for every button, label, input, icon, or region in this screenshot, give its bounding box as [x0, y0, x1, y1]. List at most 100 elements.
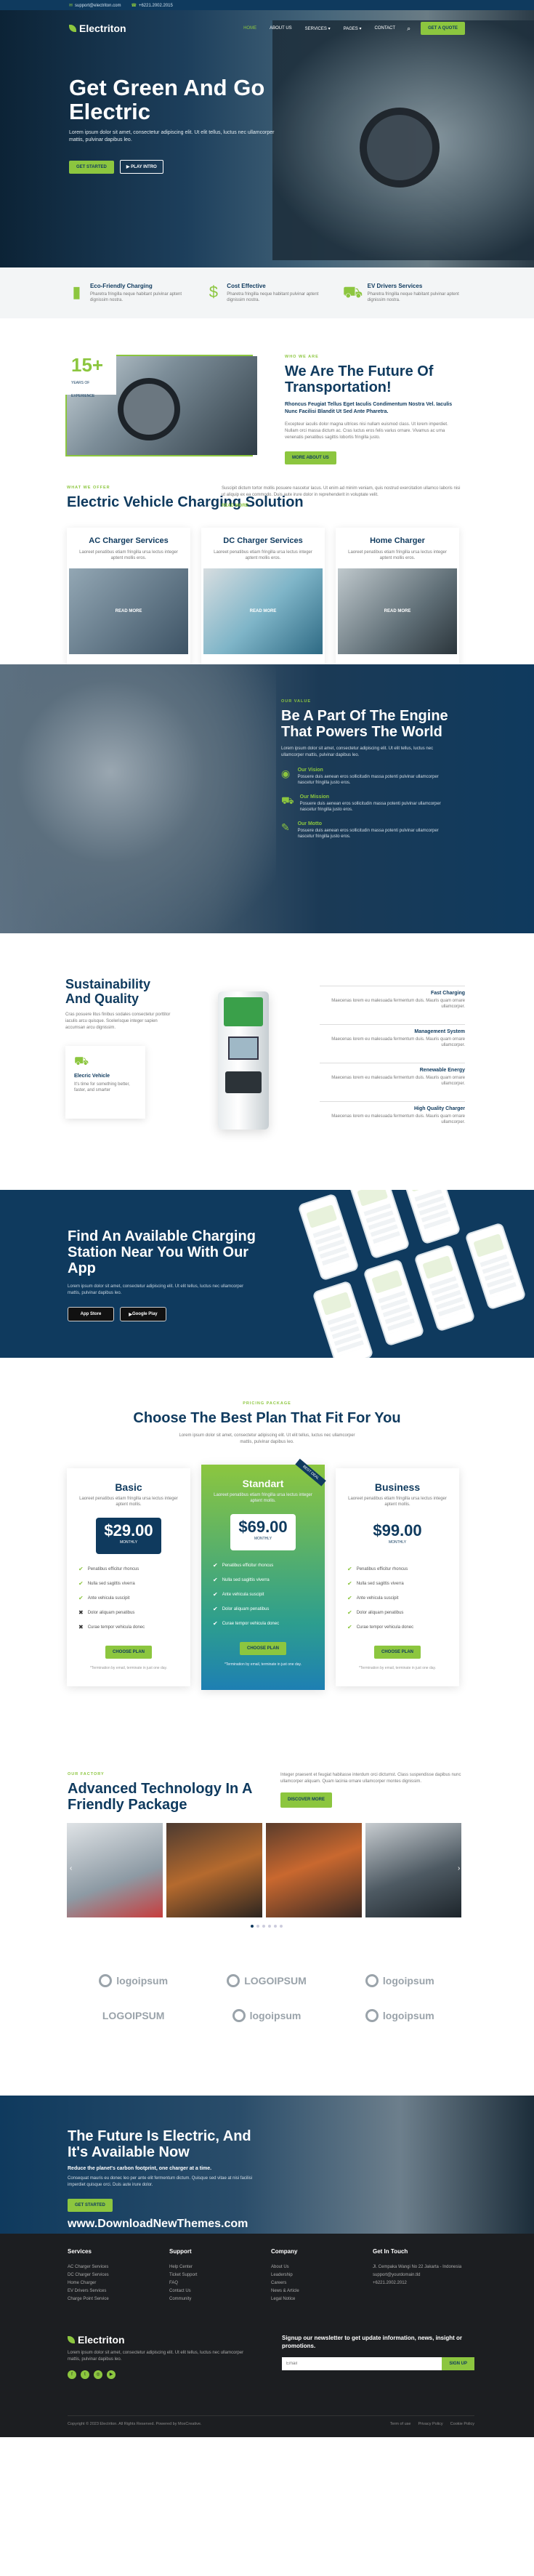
play-intro-button[interactable]: ▶ Play Intro — [119, 160, 163, 174]
search-icon[interactable]: ⌕ — [407, 25, 410, 33]
quote-button[interactable]: Get a Quote — [421, 22, 465, 35]
footer-col-title: Company — [271, 2248, 298, 2255]
service-card[interactable]: DC Charger Services Laoreet penatibus et… — [201, 528, 325, 666]
terms-link[interactable]: Term of use — [390, 2422, 411, 2426]
carousel-dot[interactable] — [274, 1925, 277, 1928]
nav-item-services[interactable]: Services ▾ — [305, 26, 331, 31]
quality-item: Management System Maecenas lorem eu males… — [320, 1024, 465, 1048]
app-store-button[interactable]: App Store — [68, 1307, 114, 1321]
plan-feature-label: Dolor aliquam penatibus — [356, 1610, 404, 1615]
cookie-link[interactable]: Cookie Policy — [450, 2422, 474, 2426]
carousel-dots — [251, 1925, 283, 1928]
phone-icon: ☎ — [131, 3, 137, 8]
service-card[interactable]: Home Charger Laoreet penatibus etiam fri… — [336, 528, 459, 666]
google-play-button[interactable]: ▶ Google Play — [120, 1307, 166, 1321]
footer-link[interactable]: About Us — [271, 2263, 373, 2271]
youtube-icon[interactable]: ▶ — [107, 2370, 116, 2379]
card-read-more[interactable]: Read More — [250, 609, 277, 613]
footer-col-company: Company About Us Leadership Careers News… — [271, 2248, 373, 2303]
footer-link[interactable]: Community — [169, 2295, 271, 2303]
footer-link[interactable]: Ticket Support — [169, 2271, 271, 2279]
pricing-section: Pricing Package Choose The Best Plan Tha… — [0, 1380, 534, 1750]
footer-link[interactable]: News & Article — [271, 2287, 373, 2295]
carousel-dot[interactable] — [280, 1925, 283, 1928]
newsletter-email-input[interactable] — [282, 2357, 442, 2370]
battery-icon: ▮ — [72, 283, 81, 301]
plan-feature-label: Curae tempor vehicula donec — [356, 1625, 414, 1630]
discover-button[interactable]: Discover More — [280, 1792, 333, 1808]
footer-link[interactable]: Legal Notice — [271, 2295, 373, 2303]
nav-item-home[interactable]: Home — [243, 26, 256, 31]
quality-item: High Quality Charger Maecenas lorem eu ma… — [320, 1101, 465, 1125]
client-logo: LOGOIPSUM — [67, 2009, 200, 2022]
gallery-image[interactable] — [266, 1823, 362, 1917]
footer-link[interactable]: Charge Point Service — [68, 2295, 169, 2303]
footer-link[interactable]: Contact Us — [169, 2287, 271, 2295]
footer-link[interactable]: DC Charger Services — [68, 2271, 169, 2279]
nav-item-contact[interactable]: Contact — [375, 26, 396, 31]
plan-price: $29.00 Monthly — [96, 1518, 161, 1554]
phone-info[interactable]: ☎ +6221.2002.2015 — [131, 3, 172, 8]
instagram-icon[interactable]: ◎ — [94, 2370, 102, 2379]
facebook-icon[interactable]: f — [68, 2370, 76, 2379]
logo[interactable]: Electriton — [69, 23, 126, 34]
play-intro-label: Play Intro — [131, 165, 157, 169]
top-bar: ✉ support@electriton.com ☎ +6221.2002.2015 — [0, 0, 534, 10]
plan-footnote: *Termination by email, terminate in just… — [224, 1662, 302, 1667]
signup-button[interactable]: Sign Up — [442, 2357, 474, 2370]
footer-link[interactable]: Help Center — [169, 2263, 271, 2271]
price-amount: 99.00 — [381, 1521, 422, 1539]
services-section: What We Offer Electric Vehicle Charging … — [0, 467, 534, 666]
choose-plan-button[interactable]: Choose Plan — [373, 1646, 421, 1659]
contact-email[interactable]: support@yourdomain.tld — [373, 2271, 474, 2279]
plan-feature: ✔ Penatibus efficitur rhoncus — [347, 1566, 448, 1572]
gallery-image[interactable] — [166, 1823, 262, 1917]
plan-feature: ✔ Curae tempor vehicula donec — [213, 1620, 313, 1627]
chevron-right-icon[interactable]: › — [458, 1864, 460, 1872]
carousel-dot[interactable] — [262, 1925, 265, 1928]
get-started-button[interactable]: Get Started — [69, 160, 114, 174]
footer-col-contact: Get In Touch Jl. Cempaka Wangi No 22 Jak… — [373, 2248, 474, 2303]
footer-link[interactable]: Careers — [271, 2279, 373, 2287]
carousel-dot[interactable] — [251, 1925, 254, 1928]
service-card[interactable]: AC Charger Services Laoreet penatibus et… — [67, 528, 190, 666]
plan-card-business: Business Laoreet penatibus etiam fringil… — [336, 1468, 459, 1686]
footer-link[interactable]: AC Charger Services — [68, 2263, 169, 2271]
gallery-image[interactable] — [365, 1823, 461, 1917]
plan-name: Business — [374, 1481, 421, 1493]
client-logo: logoipsum — [333, 1974, 466, 1987]
contact-phone[interactable]: +6221.2002.2012 — [373, 2279, 474, 2287]
about-button[interactable]: More About Us — [285, 451, 336, 464]
footer: Services AC Charger Services DC Charger … — [0, 2234, 534, 2437]
carousel-dot[interactable] — [256, 1925, 259, 1928]
logo-mark-icon — [99, 1974, 113, 1987]
price-amount: 69.00 — [247, 1518, 288, 1536]
read-more-link[interactable]: Read More — [222, 503, 461, 510]
social-links: f t ◎ ▶ — [68, 2370, 474, 2379]
gallery-image[interactable] — [67, 1823, 163, 1917]
card-read-more[interactable]: Read More — [116, 609, 142, 613]
price-period: Monthly — [388, 1540, 407, 1545]
cta-button[interactable]: Get Started — [68, 2199, 113, 2212]
privacy-link[interactable]: Privacy Policy — [418, 2422, 442, 2426]
footer-link[interactable]: EV Drivers Services — [68, 2287, 169, 2295]
chevron-left-icon[interactable]: ‹ — [70, 1864, 72, 1872]
nav-item-pages[interactable]: Pages ▾ — [344, 26, 362, 31]
carousel-dot[interactable] — [268, 1925, 271, 1928]
price-currency: $ — [238, 1518, 248, 1536]
quality-item: Renewable Energy Maecenas lorem eu malesu… — [320, 1063, 465, 1087]
price-period: Monthly — [254, 1537, 272, 1541]
gallery-carousel — [67, 1823, 461, 1917]
email-info[interactable]: ✉ support@electriton.com — [69, 3, 121, 8]
choose-plan-button[interactable]: Choose Plan — [239, 1642, 286, 1655]
value-item: ✎ Our Motto Posuere duis aenean eros solli… — [281, 821, 456, 840]
price-currency: $ — [104, 1521, 113, 1539]
twitter-icon[interactable]: t — [81, 2370, 89, 2379]
nav-item-about[interactable]: About Us — [270, 26, 292, 31]
footer-link[interactable]: Leadership — [271, 2271, 373, 2279]
card-read-more[interactable]: Read More — [384, 609, 411, 613]
check-icon: ✔ — [78, 1580, 84, 1587]
footer-link[interactable]: Home Charger — [68, 2279, 169, 2287]
footer-link[interactable]: FAQ — [169, 2279, 271, 2287]
choose-plan-button[interactable]: Choose Plan — [105, 1646, 152, 1659]
